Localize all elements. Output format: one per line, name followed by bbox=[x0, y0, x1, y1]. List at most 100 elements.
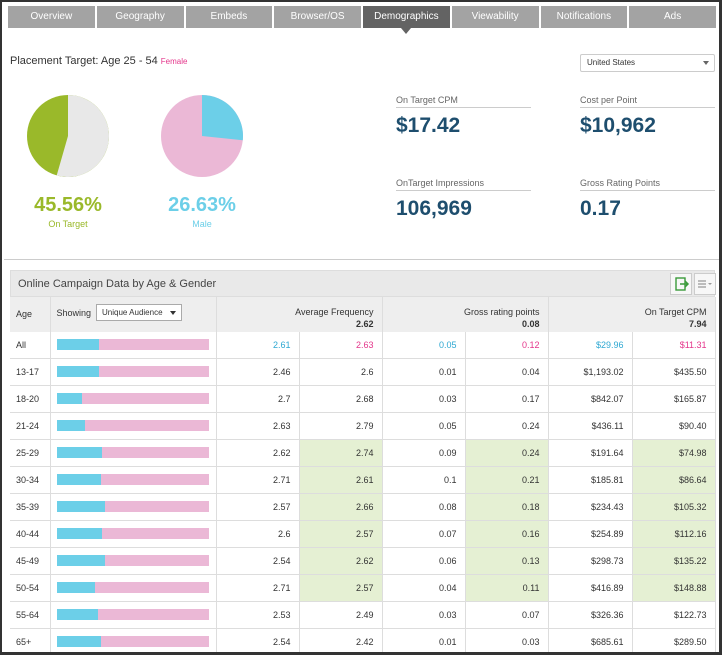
on-target-percent: 45.56% bbox=[34, 194, 102, 216]
metric-on-target-cpm: On Target CPM $17.42 bbox=[396, 95, 531, 138]
cell-grp-female: 0.07 bbox=[465, 601, 549, 629]
cell-age: 13-17 bbox=[10, 358, 51, 386]
cell-cpm-female: $122.73 bbox=[632, 601, 716, 629]
cell-audience-bar bbox=[50, 412, 217, 440]
cell-cpm-male: $326.36 bbox=[548, 601, 633, 629]
cell-freq-male: 2.62 bbox=[216, 439, 300, 467]
cpm-label: On Target CPM bbox=[644, 307, 707, 317]
col-header-gross-rating-points[interactable]: Gross rating points 0.08 bbox=[382, 297, 549, 332]
tab-ads[interactable]: Ads bbox=[629, 6, 716, 28]
avg-frequency-total: 2.62 bbox=[355, 319, 374, 329]
cell-audience-bar bbox=[50, 493, 217, 521]
cell-age: 18-20 bbox=[10, 385, 51, 413]
gender-split-bar bbox=[56, 636, 209, 647]
tab-label: Demographics bbox=[374, 11, 439, 22]
grp-total: 0.08 bbox=[522, 319, 540, 329]
cell-age: All bbox=[10, 332, 51, 359]
cell-cpm-female: $112.16 bbox=[632, 520, 716, 548]
showing-label: Showing bbox=[56, 307, 92, 318]
tab-browser-os[interactable]: Browser/OS bbox=[274, 6, 361, 28]
table-row: 65+ 2.54 2.42 0.01 0.03 $685.61 $289.50 bbox=[10, 628, 716, 652]
cell-freq-male: 2.53 bbox=[216, 601, 300, 629]
section-divider bbox=[4, 259, 719, 260]
cell-freq-female: 2.61 bbox=[299, 466, 383, 494]
cell-audience-bar bbox=[50, 547, 217, 575]
grp-label: Gross rating points bbox=[463, 307, 540, 317]
cell-cpm-female: $148.88 bbox=[632, 574, 716, 602]
cell-grp-female: 0.24 bbox=[465, 412, 549, 440]
audience-select-value: Unique Audience bbox=[102, 308, 163, 317]
placement-target: Placement Target: Age 25 - 54 Female bbox=[10, 55, 187, 67]
audience-select[interactable]: Unique Audience bbox=[96, 304, 183, 321]
cell-grp-male: 0.1 bbox=[382, 466, 466, 494]
cell-freq-male: 2.57 bbox=[216, 493, 300, 521]
cell-grp-male: 0.09 bbox=[382, 439, 466, 467]
gender-split-bar bbox=[56, 339, 209, 351]
cell-grp-female: 0.04 bbox=[465, 358, 549, 386]
tab-overview[interactable]: Overview bbox=[8, 6, 95, 28]
cell-audience-bar bbox=[50, 358, 217, 386]
gender-split-bar bbox=[56, 366, 209, 377]
metric-cost-per-point: Cost per Point $10,962 bbox=[580, 95, 715, 138]
col-header-on-target-cpm[interactable]: On Target CPM 7.94 bbox=[548, 297, 716, 332]
cell-cpm-male: $29.96 bbox=[548, 332, 633, 359]
table-row: 45-49 2.54 2.62 0.06 0.13 $298.73 $135.22 bbox=[10, 547, 716, 575]
cell-audience-bar bbox=[50, 439, 217, 467]
cell-freq-female: 2.49 bbox=[299, 601, 383, 629]
cell-cpm-female: $105.32 bbox=[632, 493, 716, 521]
cell-freq-female: 2.66 bbox=[299, 493, 383, 521]
tab-label: Ads bbox=[664, 11, 682, 22]
cell-freq-male: 2.6 bbox=[216, 520, 300, 548]
cell-age: 40-44 bbox=[10, 520, 51, 548]
country-select[interactable]: United States bbox=[580, 54, 715, 72]
chevron-down-icon bbox=[170, 311, 177, 315]
cell-age: 30-34 bbox=[10, 466, 51, 494]
gender-split-bar bbox=[56, 447, 209, 458]
cell-freq-male: 2.71 bbox=[216, 466, 300, 494]
export-button[interactable] bbox=[670, 273, 692, 295]
cell-audience-bar bbox=[50, 466, 217, 494]
cell-freq-male: 2.63 bbox=[216, 412, 300, 440]
metric-value: 106,969 bbox=[396, 197, 472, 220]
table-row: 25-29 2.62 2.74 0.09 0.24 $191.64 $74.98 bbox=[10, 439, 716, 467]
cell-grp-male: 0.05 bbox=[382, 412, 466, 440]
cell-cpm-male: $191.64 bbox=[548, 439, 633, 467]
col-header-avg-frequency[interactable]: Average Frequency 2.62 bbox=[216, 297, 383, 332]
cell-cpm-female: $135.22 bbox=[632, 547, 716, 575]
metric-gross-rating-points: Gross Rating Points 0.17 bbox=[580, 178, 715, 221]
male-share-bar bbox=[56, 636, 101, 647]
gender-split-bar bbox=[56, 474, 209, 485]
cell-cpm-female: $11.31 bbox=[632, 332, 716, 359]
cell-grp-female: 0.18 bbox=[465, 493, 549, 521]
male-share-bar bbox=[56, 555, 106, 566]
cell-cpm-female: $289.50 bbox=[632, 628, 716, 652]
male-percent: 26.63% bbox=[168, 194, 236, 216]
cell-freq-female: 2.74 bbox=[299, 439, 383, 467]
table-row: 30-34 2.71 2.61 0.1 0.21 $185.81 $86.64 bbox=[10, 466, 716, 494]
cell-cpm-male: $436.11 bbox=[548, 412, 633, 440]
cell-grp-female: 0.03 bbox=[465, 628, 549, 652]
tab-viewability[interactable]: Viewability bbox=[451, 6, 539, 28]
cell-grp-female: 0.16 bbox=[465, 520, 549, 548]
tab-embeds[interactable]: Embeds bbox=[185, 6, 273, 28]
cell-grp-male: 0.04 bbox=[382, 574, 466, 602]
tab-demographics[interactable]: Demographics bbox=[363, 6, 450, 34]
cell-grp-male: 0.01 bbox=[382, 358, 466, 386]
tab-label: Notifications bbox=[556, 11, 612, 22]
avg-frequency-label: Average Frequency bbox=[295, 307, 374, 317]
gender-split-bar bbox=[56, 582, 209, 593]
cell-grp-male: 0.03 bbox=[382, 385, 466, 413]
tab-geography[interactable]: Geography bbox=[96, 6, 184, 28]
tab-notifications[interactable]: Notifications bbox=[540, 6, 628, 28]
cell-cpm-male: $254.89 bbox=[548, 520, 633, 548]
pie-main-slice bbox=[202, 95, 243, 141]
table-row: 35-39 2.57 2.66 0.08 0.18 $234.43 $105.32 bbox=[10, 493, 716, 521]
list-menu-button[interactable] bbox=[694, 273, 716, 295]
metric-on-target-impressions: OnTarget Impressions 106,969 bbox=[396, 178, 531, 221]
metric-label: OnTarget Impressions bbox=[396, 178, 531, 191]
male-pie-chart bbox=[161, 95, 243, 177]
metric-value: 0.17 bbox=[580, 197, 621, 220]
gender-split-bar bbox=[56, 501, 209, 512]
table-row: 18-20 2.7 2.68 0.03 0.17 $842.07 $165.87 bbox=[10, 385, 716, 413]
cell-cpm-male: $1,193.02 bbox=[548, 358, 633, 386]
